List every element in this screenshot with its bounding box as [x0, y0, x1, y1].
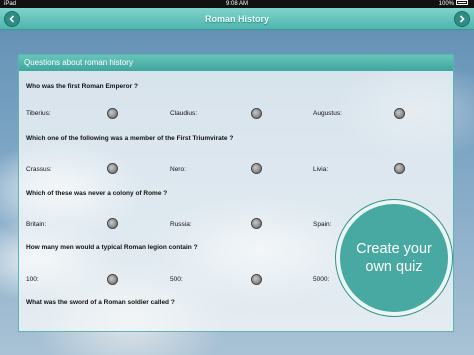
chevron-right-icon	[459, 15, 465, 23]
option-radio[interactable]	[251, 163, 262, 174]
option-radio[interactable]	[107, 163, 118, 174]
nav-bar: Roman History	[0, 8, 474, 30]
create-quiz-button[interactable]: Create your own quiz	[336, 200, 452, 316]
option-label: Russia:	[170, 221, 192, 228]
battery-icon	[456, 0, 468, 5]
battery-indicator: 100%	[439, 0, 468, 8]
question-text: How many men would a typical Roman legio…	[26, 244, 198, 251]
option-radio[interactable]	[107, 108, 118, 119]
option-radio[interactable]	[394, 108, 405, 119]
question-text: Which of these was never a colony of Rom…	[26, 190, 168, 197]
forward-button[interactable]	[454, 11, 470, 27]
create-quiz-label-line2: own quiz	[365, 259, 423, 275]
question-text: What was the sword of a Roman soldier ca…	[26, 299, 175, 306]
option-label: Nero:	[170, 166, 186, 173]
panel-header: Questions about roman history	[19, 55, 453, 71]
option-label: 500:	[170, 276, 183, 283]
option-label: Crassus:	[26, 166, 52, 173]
question-text: Which one of the following was a member …	[26, 135, 234, 142]
option-radio[interactable]	[107, 274, 118, 285]
option-radio[interactable]	[394, 163, 405, 174]
option-label: 5000:	[313, 276, 330, 283]
option-label: 100:	[26, 276, 39, 283]
create-quiz-label-line1: Create your	[356, 241, 432, 257]
option-radio[interactable]	[251, 218, 262, 229]
page-title: Roman History	[204, 14, 269, 24]
option-label: Claudius:	[170, 110, 198, 117]
option-label: Spain:	[313, 221, 332, 228]
question-text: Who was the first Roman Emperor ?	[26, 83, 138, 90]
option-label: Livia:	[313, 166, 329, 173]
status-bar: iPad 9:08 AM 100%	[0, 0, 474, 8]
status-time: 9:08 AM	[225, 1, 248, 7]
option-radio[interactable]	[107, 218, 118, 229]
option-radio[interactable]	[251, 108, 262, 119]
option-label: Tiberius:	[26, 110, 51, 117]
option-label: Britain:	[26, 221, 47, 228]
battery-percent: 100%	[438, 1, 454, 7]
option-label: Augustus:	[313, 110, 342, 117]
back-button[interactable]	[4, 11, 20, 27]
chevron-left-icon	[9, 15, 15, 23]
option-radio[interactable]	[251, 274, 262, 285]
